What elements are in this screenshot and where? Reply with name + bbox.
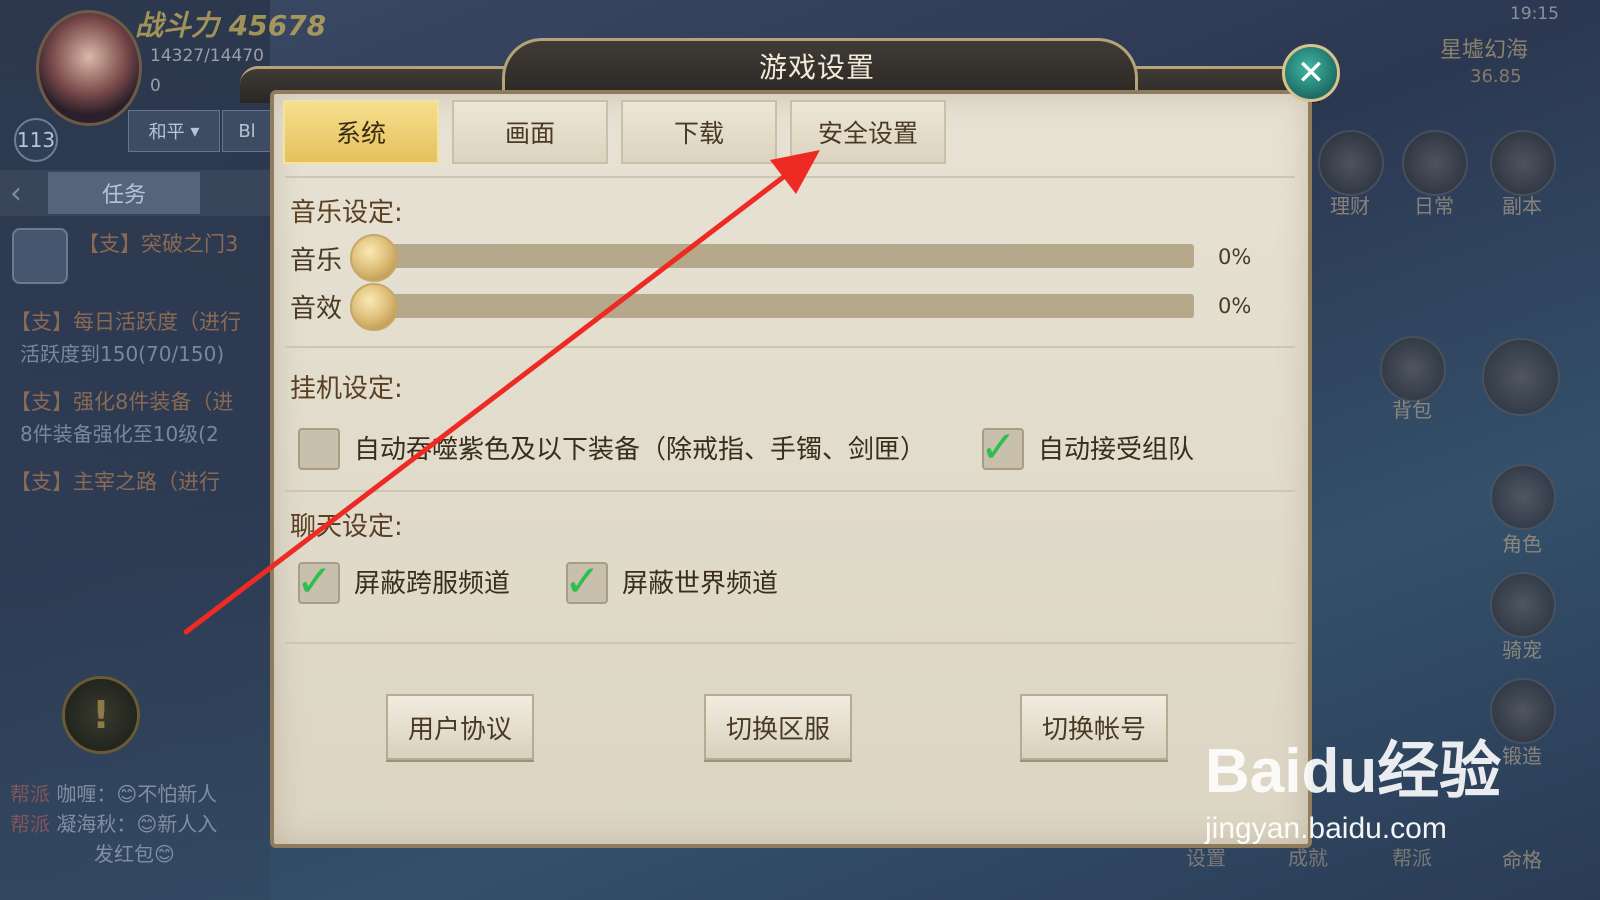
check-icon: ✓ [564,556,601,607]
chat-text: 咖喱：😊不怕新人 [56,782,218,806]
tab-tasks[interactable]: 任务 [48,172,200,214]
sfx-slider-label: 音效 [290,294,343,324]
sfx-volume-slider[interactable] [372,294,1194,318]
sfx-slider-handle[interactable] [350,283,398,331]
divider [285,642,1295,644]
auto-devour-checkbox[interactable] [298,428,340,470]
divider [285,176,1295,178]
block-crossserver-label: 屏蔽跨服频道 [354,569,511,599]
task-item[interactable]: 【支】每日活跃度（进行 [10,306,241,336]
block-world-label: 屏蔽世界频道 [622,569,779,599]
sfx-volume-value: 0% [1218,294,1252,318]
check-icon: ✓ [296,556,333,607]
chat-tag: 帮派 [10,812,50,836]
tab-graphics[interactable]: 画面 [452,100,608,164]
pk-mode-button[interactable]: 和平 ▾ [128,110,220,152]
divider [285,490,1295,492]
player-avatar[interactable] [36,10,142,126]
music-volume-slider[interactable] [372,244,1194,268]
task-item[interactable]: 【支】主宰之路（进行 [10,466,220,496]
task-item[interactable]: 【支】强化8件装备（进 [10,386,233,416]
menu-compass-icon[interactable] [1482,338,1560,416]
chevron-left-icon[interactable]: ‹ [10,176,22,211]
bottom-label-guild[interactable]: 帮派 [1392,842,1432,871]
watermark-url: jingyan.baidu.com [1205,812,1447,845]
chat-line: 帮派 咖喱：😊不怕新人 [10,778,217,807]
close-icon: ✕ [1296,53,1326,93]
side-label-fate: 命格 [1502,848,1542,872]
side-label-bag: 背包 [1392,398,1432,422]
bag-icon[interactable] [1380,336,1446,402]
task-item-sub: 活跃度到150(70/150) [20,342,225,366]
auto-devour-label: 自动吞噬紫色及以下装备（除戒指、手镯、剑匣） [354,435,927,465]
side-label-character: 角色 [1502,532,1542,556]
finance-icon[interactable] [1318,130,1384,196]
baidu-watermark: Baidu经验 [1205,720,1501,810]
music-volume-value: 0% [1218,245,1252,269]
divider [285,346,1295,348]
idle-section-title: 挂机设定: [290,374,403,404]
gold-count: 0 [150,76,161,96]
side-label-dungeon: 副本 [1502,194,1542,218]
side-label-finance: 理财 [1330,194,1370,218]
task-item[interactable]: 【支】突破之门3 [78,228,238,258]
tab-download[interactable]: 下载 [621,100,777,164]
block-crossserver-checkbox[interactable]: ✓ [296,556,340,607]
switch-server-button[interactable]: 切换区服 [704,694,852,760]
side-label-mount: 骑宠 [1502,638,1542,662]
server-name: 星墟幻海 [1440,38,1529,63]
level-badge: 113 [14,118,58,162]
server-coords: 36.85 [1470,66,1522,87]
chat-line: 帮派 凝海秋：😊新人入 [10,808,217,837]
dialog-title: 游戏设置 [758,51,875,84]
watermark-logo: Baidu经验 [1205,737,1502,806]
music-section-title: 音乐设定: [290,198,403,228]
block-world-checkbox[interactable]: ✓ [564,556,608,607]
switch-account-button[interactable]: 切换帐号 [1020,694,1168,760]
dungeon-icon[interactable] [1490,130,1556,196]
character-icon[interactable] [1490,464,1556,530]
chat-tag: 帮派 [10,782,50,806]
daily-icon[interactable] [1402,130,1468,196]
side-label-daily: 日常 [1414,194,1454,218]
chat-text: 凝海秋：😊新人入 [56,812,218,836]
hp-text: 14327/14470 [150,46,264,66]
task-emblem-icon [12,228,68,284]
chat-section-title: 聊天设定: [290,512,403,542]
alert-icon[interactable]: ! [62,676,140,754]
tab-system[interactable]: 系统 [283,100,439,164]
chat-text: 发红包😊 [94,842,175,866]
check-icon: ✓ [980,422,1017,473]
task-item-sub: 8件装备强化至10级(2 [20,422,219,446]
mount-icon[interactable] [1490,572,1556,638]
auto-accept-team-checkbox[interactable]: ✓ [980,422,1024,473]
user-agreement-button[interactable]: 用户协议 [386,694,534,760]
clock: 19:15 [1510,4,1559,24]
chevron-down-icon: ▾ [190,120,200,142]
tab-security-settings[interactable]: 安全设置 [790,100,946,164]
auto-accept-team-label: 自动接受组队 [1038,435,1195,465]
close-button[interactable]: ✕ [1282,44,1340,102]
pk-mode-label: 和平 [148,122,185,143]
chat-line: 发红包😊 [94,838,175,867]
music-slider-label: 音乐 [290,246,343,276]
music-slider-handle[interactable] [350,234,398,282]
